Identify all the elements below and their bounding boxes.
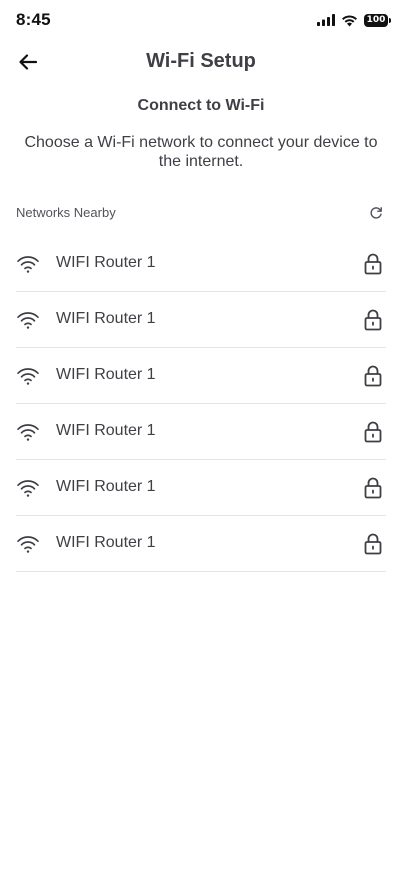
- header: Wi-Fi Setup: [0, 44, 402, 80]
- refresh-button[interactable]: [368, 205, 384, 221]
- network-item-5[interactable]: WIFI Router 1: [16, 460, 386, 516]
- network-name: WIFI Router 1: [56, 422, 156, 439]
- status-bar: 8:45 100: [0, 0, 402, 40]
- network-name: WIFI Router 1: [56, 534, 156, 551]
- lock-icon: [364, 365, 382, 387]
- network-item-3[interactable]: WIFI Router 1: [16, 348, 386, 404]
- network-item-4[interactable]: WIFI Router 1: [16, 404, 386, 460]
- wifi-icon: [17, 312, 39, 329]
- network-item-1[interactable]: WIFI Router 1: [16, 236, 386, 292]
- network-list: WIFI Router 1 WIFI Router 1 WIFI Router …: [16, 236, 386, 572]
- lock-icon: [364, 253, 382, 275]
- battery-icon: 100: [364, 13, 391, 27]
- wifi-icon: [17, 256, 39, 273]
- networks-header: Networks Nearby: [16, 203, 386, 225]
- status-icons: 100: [317, 12, 391, 28]
- lock-icon: [364, 533, 382, 555]
- status-time: 8:45: [16, 10, 51, 29]
- networks-nearby-label: Networks Nearby: [16, 205, 116, 220]
- wifi-icon: [17, 424, 39, 441]
- lock-icon: [364, 477, 382, 499]
- network-name: WIFI Router 1: [56, 478, 156, 495]
- network-name: WIFI Router 1: [56, 310, 156, 327]
- wifi-status-icon: [342, 14, 357, 26]
- wifi-icon: [17, 480, 39, 497]
- wifi-icon: [17, 368, 39, 385]
- network-name: WIFI Router 1: [56, 254, 156, 271]
- lock-icon: [364, 421, 382, 443]
- refresh-icon: [370, 207, 382, 219]
- lock-icon: [364, 309, 382, 331]
- network-item-6[interactable]: WIFI Router 1: [16, 516, 386, 572]
- network-item-2[interactable]: WIFI Router 1: [16, 292, 386, 348]
- section-title: Connect to Wi-Fi: [137, 97, 265, 114]
- network-name: WIFI Router 1: [56, 366, 156, 383]
- signal-icon: [317, 14, 335, 26]
- description-text: Choose a Wi-Fi network to connect your d…: [24, 134, 378, 170]
- wifi-icon: [17, 536, 39, 553]
- page-title: Wi-Fi Setup: [146, 50, 256, 72]
